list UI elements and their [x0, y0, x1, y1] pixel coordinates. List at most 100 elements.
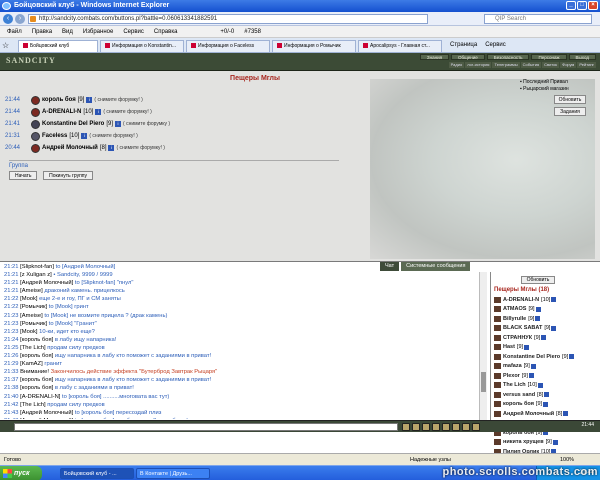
menu-edit[interactable]: Правка [32, 26, 52, 38]
subnav-scroll[interactable]: Свиток [542, 62, 560, 68]
start-button[interactable]: пуск [0, 466, 42, 480]
back-button-icon[interactable]: ‹ [3, 14, 13, 24]
roster-name[interactable]: BLACK SABAT [503, 325, 542, 331]
subnav-log[interactable]: лог-история [465, 62, 492, 68]
chat-author[interactable]: [Андрей Молочный] [20, 410, 73, 416]
menu-help[interactable]: Справка [154, 26, 178, 38]
chat-author[interactable]: [The Lich] [20, 402, 45, 408]
info-icon[interactable] [544, 392, 550, 398]
tab-romychik[interactable]: Информация о Ромычик [272, 40, 356, 52]
info-icon[interactable] [543, 401, 549, 407]
link-knight-shop[interactable]: ▪ Рыцарский магазин [520, 86, 600, 92]
roster-item[interactable]: Billyrulle [9] [491, 314, 600, 324]
favorites-star-icon[interactable]: ☆ [2, 41, 16, 50]
translit-icon[interactable] [472, 423, 480, 431]
player-row[interactable]: 20:44 Андрей Молочный [8] i ( снимите фо… [5, 142, 325, 154]
chat-author[interactable]: [Ромычик] [20, 321, 47, 327]
tab-konstantin[interactable]: Информация о Konstantin... [100, 40, 184, 52]
info-icon[interactable]: i [81, 133, 88, 139]
send-icon[interactable] [412, 423, 420, 431]
maximize-button[interactable]: □ [577, 1, 587, 10]
tools-menu[interactable]: Сервис [485, 42, 506, 48]
settings-icon[interactable] [462, 423, 470, 431]
subnav-telegrams[interactable]: Телеграммы [492, 62, 520, 68]
roster-name[interactable]: mafaza [503, 363, 522, 369]
search-input[interactable]: QIP Search [484, 14, 592, 24]
channel-icon[interactable] [442, 423, 450, 431]
roster-item[interactable]: A-DRENALI-N [10] [491, 295, 600, 305]
roster-name[interactable]: СТРАННУК [503, 335, 532, 341]
chat-author[interactable]: [Андрей Молочный] [20, 418, 73, 419]
chat-author[interactable]: [Ameise] [20, 313, 43, 319]
roster-name[interactable]: A-DRENALI-N [503, 297, 539, 303]
chat-author[interactable]: [A-DRENALI-N] [20, 394, 60, 400]
roster-item[interactable]: Андрей Молочный [8] [491, 409, 600, 419]
info-icon[interactable] [535, 316, 541, 322]
info-icon[interactable] [569, 354, 575, 360]
subnav-rating[interactable]: Рейтинг [577, 62, 596, 68]
roster-name[interactable]: никита хрущев [503, 439, 544, 445]
chat-author[interactable]: [The Lich] [20, 345, 45, 351]
pages-menu[interactable]: Страница [450, 42, 477, 48]
chat-author[interactable]: [z Xuligan z] [20, 272, 52, 278]
player-row[interactable]: 21:31 Faceless [10] i ( снимите форумку!… [5, 130, 325, 142]
sound-icon[interactable] [452, 423, 460, 431]
task-vkontakte[interactable]: В Контакте | Друзь... [136, 468, 210, 479]
roster-name[interactable]: король боя [503, 401, 534, 407]
chat-author[interactable]: [KamAZ] [20, 361, 43, 367]
info-icon[interactable]: i [115, 121, 122, 127]
forward-button-icon[interactable]: › [15, 14, 25, 24]
player-row[interactable]: 21:44 A-DRENALI-N [10] i ( снимите форум… [5, 106, 325, 118]
roster-name[interactable]: Plexor [503, 373, 520, 379]
roster-item[interactable]: versus sand [8] [491, 390, 600, 400]
chat-author[interactable]: [король боя] [20, 385, 53, 391]
chat-author[interactable]: [Mook] [20, 296, 37, 302]
chat-author[interactable]: [Slipknot-fan] [20, 264, 54, 270]
info-icon[interactable] [530, 363, 536, 369]
roster-name[interactable]: Hast [503, 344, 515, 350]
info-icon[interactable] [528, 373, 534, 379]
chat-input[interactable] [14, 423, 398, 431]
roster-refresh-button[interactable]: Обновить [521, 276, 555, 284]
subnav-forum[interactable]: Форум [560, 62, 577, 68]
player-row[interactable]: 21:44 король боя [9] i ( снимите форумку… [5, 94, 325, 106]
url-input[interactable]: http://sandcity.combats.com/buttons.pl?b… [28, 14, 428, 24]
info-icon[interactable]: i [108, 145, 115, 151]
tab-apocalipsys[interactable]: Apocalipsys - Главная ст... [358, 40, 442, 52]
roster-name[interactable]: The Lich [503, 382, 526, 388]
roster-name[interactable]: Billyrulle [503, 316, 526, 322]
scroll-thumb[interactable] [481, 372, 486, 392]
chat-author[interactable]: [король боя] [20, 337, 53, 343]
filter-icon[interactable] [432, 423, 440, 431]
info-icon[interactable] [537, 382, 543, 388]
roster-name[interactable]: versus sand [503, 392, 535, 398]
info-icon[interactable] [524, 344, 530, 350]
quests-button[interactable]: Задания [554, 107, 586, 116]
roster-item[interactable]: король боя [9] [491, 400, 600, 410]
menu-favorites[interactable]: Избранное [83, 26, 113, 38]
roster-item[interactable]: никита хрущев [9] [491, 438, 600, 448]
nav-communication[interactable]: Общение [451, 54, 485, 60]
roster-name[interactable]: ATMAOS [503, 306, 526, 312]
info-icon[interactable] [535, 306, 541, 312]
roster-item[interactable]: The Lich [10] [491, 381, 600, 391]
roster-item[interactable]: Konstantine Del Piero [9] [491, 352, 600, 362]
tab-combats[interactable]: Бойцовский клуб [18, 40, 98, 52]
task-combats[interactable]: Бойцовский клуб - ... [60, 468, 134, 479]
chat-author[interactable]: [Ромычик] [20, 304, 47, 310]
minimize-button[interactable]: _ [566, 1, 576, 10]
info-icon[interactable]: i [95, 109, 102, 115]
roster-name[interactable]: Андрей Молочный [503, 411, 554, 417]
menu-view[interactable]: Вид [62, 26, 73, 38]
roster-item[interactable]: mafaza [9] [491, 362, 600, 372]
chat-author[interactable]: [Ameise] [20, 288, 43, 294]
info-icon[interactable] [551, 297, 557, 303]
info-icon[interactable] [552, 439, 558, 445]
subnav-events[interactable]: События [520, 62, 542, 68]
tab-faceless[interactable]: Информация о Faceless [186, 40, 270, 52]
roster-item[interactable]: Hast [9] [491, 343, 600, 353]
player-row[interactable]: 21:41 Konstantine Del Piero [9] i ( сним… [5, 118, 325, 130]
menu-tools[interactable]: Сервис [123, 26, 144, 38]
chat-scrollbar[interactable] [479, 272, 487, 420]
link-last-rest[interactable]: ▪ Последний Привал [520, 79, 600, 85]
